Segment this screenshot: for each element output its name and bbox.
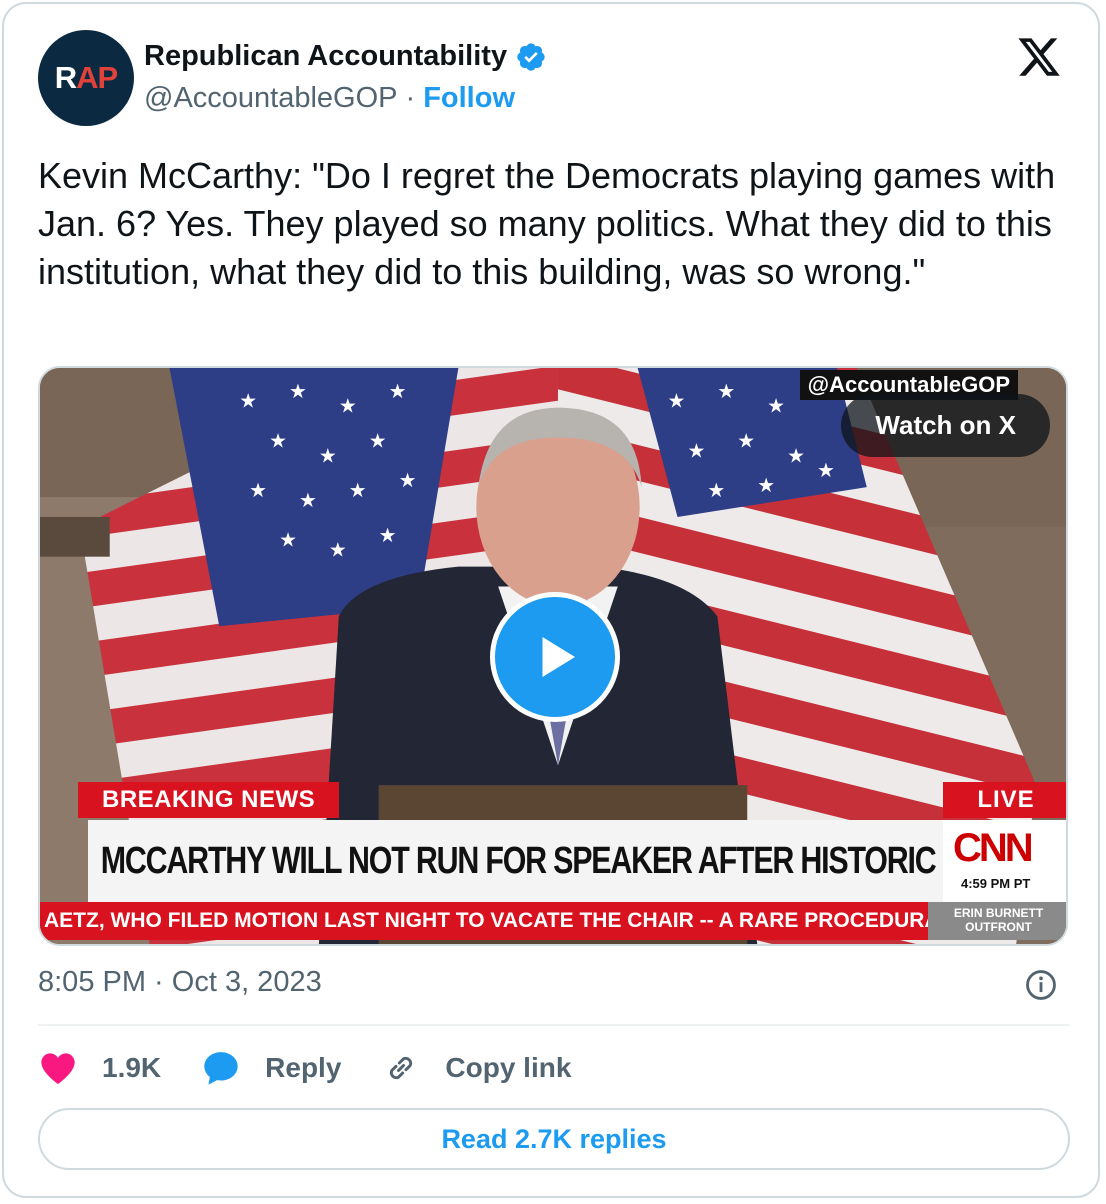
svg-text:★: ★ [787,444,805,467]
show-tag: ERIN BURNETT OUTFRONT [928,902,1066,940]
svg-text:★: ★ [369,429,387,452]
reply-bubble-icon [204,1052,238,1085]
svg-text:★: ★ [687,439,705,462]
tweet-timestamp[interactable]: 8:05 PM · Oct 3, 2023 [38,966,322,999]
watch-on-x-button[interactable]: Watch on X [841,394,1050,457]
svg-text:★: ★ [707,479,725,502]
tweet-text: Kevin McCarthy: "Do I regret the Democra… [38,155,1056,292]
svg-text:★: ★ [249,479,267,502]
news-ticker: AETZ, WHO FILED MOTION LAST NIGHT TO VAC… [40,902,932,940]
reply-label: Reply [265,1052,342,1083]
link-icon [390,1056,413,1080]
svg-text:★: ★ [717,380,735,403]
svg-text:★: ★ [319,444,337,467]
svg-text:★: ★ [339,395,357,418]
cnn-logo: CNN [953,826,1034,870]
svg-text:★: ★ [239,390,257,413]
author-name-row: Republican Accountability [144,40,547,73]
network-time: 4:59 PM PT [961,876,1031,891]
svg-text:★: ★ [817,459,835,482]
svg-text:★: ★ [269,429,287,452]
svg-text:★: ★ [379,524,397,547]
svg-text:★: ★ [289,380,307,403]
info-icon[interactable] [1024,968,1058,1002]
live-label: LIVE [943,782,1066,818]
action-bar: 1.9K Reply Copy link [38,1044,611,1092]
svg-text:★: ★ [757,474,775,497]
author-handle-row: @AccountableGOP · Follow [144,82,515,115]
avatar-initial-r: R [54,60,77,95]
reply-button[interactable]: Reply [201,1048,341,1088]
svg-text:★: ★ [668,390,686,413]
svg-text:★: ★ [299,489,317,512]
show-name-line2: OUTFRONT [965,920,1032,934]
verified-badge-icon [517,42,545,71]
play-icon [542,637,575,677]
avatar[interactable]: RAP [38,30,134,126]
like-count: 1.9K [102,1052,162,1083]
play-button[interactable] [490,592,620,722]
avatar-initial-ap: AP [76,60,118,95]
divider [38,1024,1070,1026]
separator-dot: · [405,82,416,114]
heart-icon [41,1053,75,1084]
x-logo-icon[interactable] [1016,34,1062,80]
svg-text:★: ★ [279,529,297,552]
svg-text:★: ★ [329,539,347,562]
follow-button[interactable]: Follow [423,82,515,115]
svg-text:★: ★ [767,395,785,418]
show-name-line1: ERIN BURNETT [953,906,1044,920]
headline-bar: MCCARTHY WILL NOT RUN FOR SPEAKER AFTER … [88,820,1063,902]
svg-text:★: ★ [349,479,367,502]
breaking-news-label: BREAKING NEWS [78,782,340,818]
svg-text:★: ★ [389,380,407,403]
author-name[interactable]: Republican Accountability [144,40,507,73]
tweet-card: RAP Republican Accountability @Accountab… [2,2,1100,1198]
like-button[interactable]: 1.9K [38,1048,161,1088]
avatar-logo: RAP [54,60,118,96]
svg-text:★: ★ [737,429,755,452]
copy-link-button[interactable]: Copy link [381,1048,571,1088]
network-logo-box: CNN 4:59 PM PT [943,820,1066,902]
author-handle[interactable]: @AccountableGOP [144,82,398,115]
copy-link-label: Copy link [445,1052,572,1083]
news-headline: MCCARTHY WILL NOT RUN FOR SPEAKER AFTER … [100,839,1064,882]
read-replies-button[interactable]: Read 2.7K replies [38,1108,1070,1170]
video-player[interactable]: ★★★★ ★★★★ ★★★★ ★★ ★★★★ ★★★★ ★★ @Accounta… [38,366,1068,946]
svg-text:★: ★ [399,469,417,492]
